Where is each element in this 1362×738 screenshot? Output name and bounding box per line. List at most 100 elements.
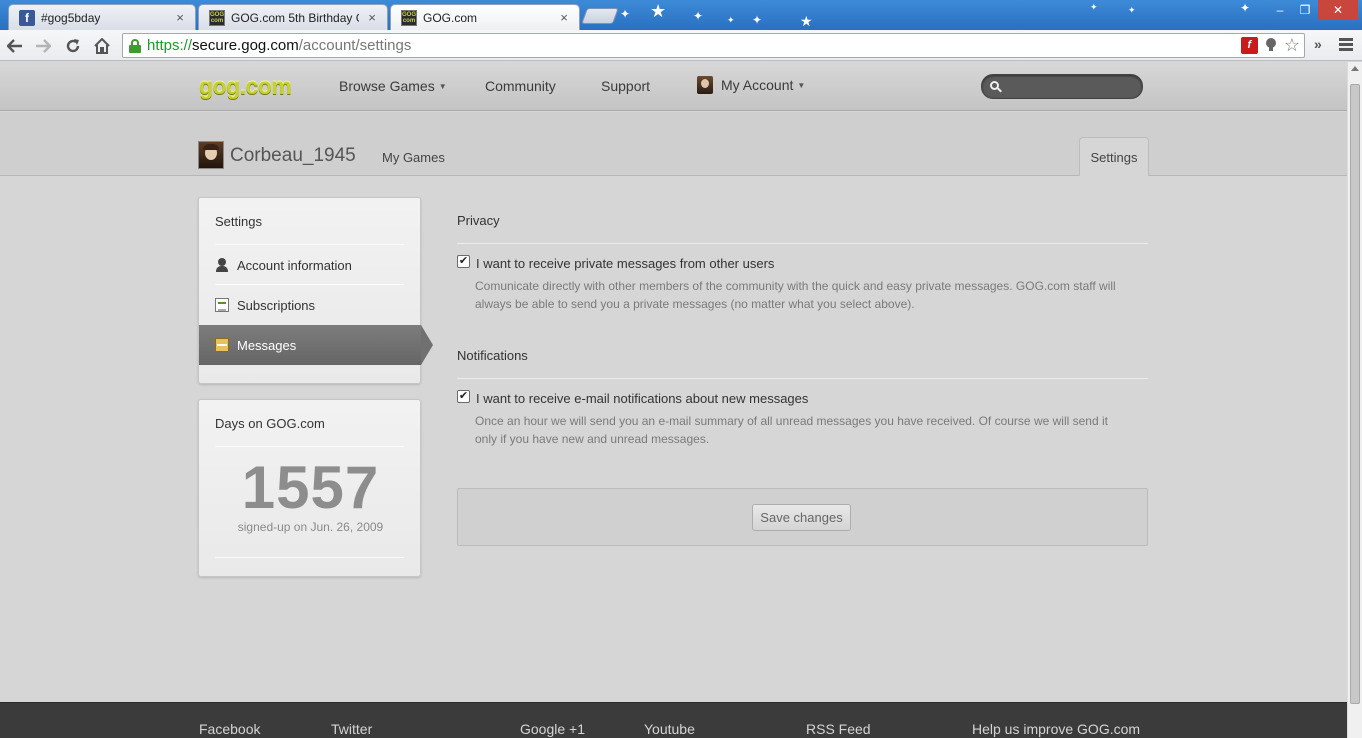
chevron-down-icon: ▼: [438, 81, 447, 91]
avatar: [697, 76, 713, 94]
decorative-star: ✦: [1240, 1, 1251, 15]
footer-link-twitter[interactable]: Twitter: [331, 721, 372, 737]
tab-title: GOG.com 5th Birthday Gi: [231, 10, 359, 25]
divider: [215, 244, 404, 245]
sidebar-item-label: Messages: [237, 337, 297, 353]
tab-title: #gog5bday: [41, 10, 101, 25]
lightbulb-extension-icon[interactable]: [1264, 37, 1278, 54]
my-games-link[interactable]: My Games: [382, 150, 445, 165]
search-icon: [990, 80, 1002, 93]
lock-icon: [129, 38, 141, 53]
browser-tab-facebook[interactable]: f #gog5bday ×: [8, 4, 196, 30]
browser-tabstrip: ✦ ★ ✦ ✦ ✦ ★ ✦ ✦ ✦ f #gog5bday × GOG com G…: [0, 0, 1362, 30]
gog-favicon-icon: GOG com: [401, 9, 417, 26]
signup-date: signed-up on Jun. 26, 2009: [237, 520, 384, 534]
card-title: Settings: [215, 214, 262, 229]
active-indicator-arrow: [421, 325, 433, 365]
facebook-icon: f: [19, 9, 35, 26]
username: Corbeau_1945: [230, 145, 356, 166]
scrollbar-thumb[interactable]: [1350, 84, 1360, 704]
nav-label: Browse Games: [339, 78, 435, 94]
days-on-gog-card: Days on GOG.com 1557 signed-up on Jun. 2…: [198, 399, 421, 577]
flash-plugin-icon[interactable]: f: [1240, 36, 1258, 54]
url-scheme: https://: [147, 37, 193, 54]
description-line: Comunicate directly with other members o…: [475, 279, 1116, 293]
messages-icon: [215, 338, 229, 352]
page-scrollbar[interactable]: [1347, 62, 1362, 738]
decorative-star: ✦: [752, 13, 763, 27]
back-arrow-icon[interactable]: [4, 35, 26, 57]
nav-my-account[interactable]: My Account ▼: [697, 76, 805, 94]
forward-arrow-icon[interactable]: [32, 35, 54, 57]
close-tab-icon[interactable]: ×: [173, 10, 187, 25]
footer-link-facebook[interactable]: Facebook: [199, 721, 260, 737]
sidebar-item-account-information[interactable]: Account information: [215, 255, 405, 275]
new-tab-button[interactable]: [581, 8, 619, 24]
bookmark-star-icon[interactable]: ☆: [1284, 36, 1300, 54]
avatar: [198, 141, 224, 169]
sidebar-item-label: Account information: [237, 257, 352, 273]
gog-favicon-icon: GOG com: [209, 9, 225, 26]
notifications-heading: Notifications: [457, 348, 528, 363]
notifications-description: Once an hour we will send you an e-mail …: [475, 412, 1145, 448]
chevron-down-icon: ▼: [797, 80, 806, 90]
tab-settings[interactable]: Settings: [1079, 137, 1149, 176]
decorative-star: ✦: [693, 9, 704, 23]
divider: [457, 243, 1148, 244]
nav-browse-games[interactable]: Browse Games ▼: [339, 78, 447, 94]
save-changes-button[interactable]: Save changes: [752, 504, 851, 531]
close-tab-icon[interactable]: ×: [557, 10, 571, 25]
scroll-up-arrow-icon[interactable]: [1351, 66, 1359, 71]
nav-label: Support: [601, 78, 651, 94]
browser-menu-icon[interactable]: [1339, 38, 1353, 51]
decorative-star: ✦: [620, 7, 631, 21]
site-search[interactable]: [981, 74, 1143, 99]
privacy-heading: Privacy: [457, 213, 500, 228]
footer-link-feedback[interactable]: Help us improve GOG.com: [972, 721, 1140, 737]
sidebar-item-messages[interactable]: Messages: [199, 325, 421, 365]
divider: [215, 284, 404, 285]
search-input[interactable]: [1010, 79, 1130, 94]
nav-label: Community: [485, 78, 556, 94]
divider: [457, 378, 1148, 379]
nav-support[interactable]: Support: [601, 78, 650, 94]
save-panel: Save changes: [457, 488, 1148, 546]
favicon-text: com: [402, 17, 416, 24]
footer-link-rss[interactable]: RSS Feed: [806, 721, 871, 737]
decorative-star: ✦: [727, 15, 735, 25]
sidebar-item-subscriptions[interactable]: Subscriptions: [215, 295, 405, 315]
profile-band: Corbeau_1945 My Games Settings: [0, 112, 1347, 176]
url-path: /account/settings: [298, 37, 412, 54]
site-footer: Facebook Twitter Google +1 Youtube RSS F…: [0, 702, 1347, 738]
email-notifications-checkbox[interactable]: ✔: [457, 390, 470, 403]
address-bar[interactable]: https:// secure.gog.com /account/setting…: [122, 33, 1305, 58]
privacy-description: Comunicate directly with other members o…: [475, 277, 1145, 313]
browser-tab-gog-birthday[interactable]: GOG com GOG.com 5th Birthday Gi ×: [198, 4, 388, 30]
email-notifications-label[interactable]: I want to receive e-mail notifications a…: [476, 391, 808, 406]
close-tab-icon[interactable]: ×: [365, 10, 379, 25]
browser-tab-gog[interactable]: GOG com GOG.com ×: [390, 4, 580, 30]
description-line: Once an hour we will send you an e-mail …: [475, 414, 1108, 428]
nav-community[interactable]: Community: [485, 78, 556, 94]
home-icon[interactable]: [91, 35, 113, 57]
private-messages-checkbox[interactable]: ✔: [457, 255, 470, 268]
description-line: always be able to send you a private mes…: [475, 297, 915, 311]
decorative-star: ★: [650, 1, 667, 21]
reload-icon[interactable]: [62, 35, 84, 57]
close-window-icon[interactable]: ✕: [1318, 0, 1358, 20]
decorative-star: ✦: [1128, 5, 1136, 15]
divider: [215, 446, 404, 447]
maximize-window-icon[interactable]: ❐: [1293, 0, 1317, 20]
footer-link-youtube[interactable]: Youtube: [644, 721, 695, 737]
favicon-text: com: [210, 17, 224, 24]
description-line: only if you have new and unread messages…: [475, 432, 710, 446]
minimize-window-icon[interactable]: –: [1268, 0, 1292, 20]
private-messages-label[interactable]: I want to receive private messages from …: [476, 256, 774, 271]
subscriptions-icon: [215, 298, 229, 312]
divider: [215, 557, 404, 558]
gog-logo[interactable]: gog.com: [199, 73, 292, 100]
nav-label: My Account: [721, 77, 794, 93]
browser-toolbar: https:// secure.gog.com /account/setting…: [0, 30, 1362, 61]
footer-link-google-plus[interactable]: Google +1: [520, 721, 585, 737]
extensions-overflow-icon[interactable]: »: [1314, 36, 1322, 52]
